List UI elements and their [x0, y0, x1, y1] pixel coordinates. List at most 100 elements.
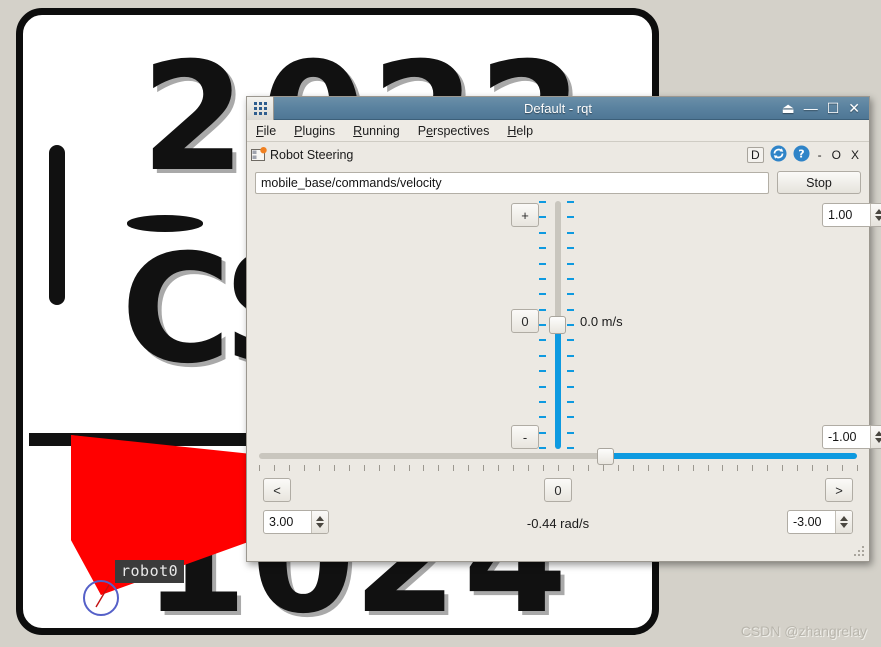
tick-mark	[827, 465, 829, 471]
dock-button[interactable]: D	[746, 146, 764, 163]
tick-mark	[567, 355, 574, 357]
angular-spin-row: 3.00 -0.44 rad/s -3.00	[255, 510, 861, 540]
spinner-up-icon[interactable]	[316, 516, 324, 521]
linear-min-value: -1.00	[828, 430, 857, 444]
angular-velocity-slider[interactable]	[259, 448, 857, 465]
angular-buttons-row: < 0 >	[255, 478, 861, 506]
tick-mark	[567, 232, 574, 234]
tick-mark	[513, 465, 515, 471]
angular-left-button[interactable]: <	[263, 478, 291, 502]
menubar: File Plugins Running Perspectives Help	[247, 120, 869, 142]
linear-min-spinbox[interactable]: -1.00	[822, 425, 881, 449]
angular-velocity-readout: -0.44 rad/s	[526, 516, 590, 531]
tick-mark	[539, 232, 546, 234]
linear-ticks-right	[567, 201, 574, 449]
window-controls: ⏏ — ☐ ✕	[781, 101, 869, 115]
spinner-down-icon[interactable]	[875, 438, 881, 443]
shade-icon[interactable]: ⏏	[781, 101, 794, 115]
tick-mark	[539, 432, 546, 434]
tick-mark	[567, 278, 574, 280]
tick-mark	[722, 465, 724, 471]
spinner-down-icon[interactable]	[875, 216, 881, 221]
window-titlebar[interactable]: Default - rqt ⏏ — ☐ ✕	[247, 96, 869, 120]
tick-mark	[587, 465, 589, 471]
close-icon[interactable]: ✕	[848, 101, 860, 115]
tick-mark	[677, 465, 679, 471]
tick-mark	[567, 247, 574, 249]
map-glyph: 2	[141, 31, 246, 205]
spinner-up-icon[interactable]	[875, 209, 881, 214]
tick-mark	[539, 201, 546, 203]
angular-zero-button[interactable]: 0	[544, 478, 572, 502]
linear-velocity-slider[interactable]	[549, 201, 566, 449]
topic-input[interactable]	[255, 171, 769, 194]
plugin-float-button[interactable]: O	[830, 148, 843, 162]
tick-mark	[363, 465, 365, 471]
spinner-up-icon[interactable]	[840, 516, 848, 521]
tick-mark	[539, 216, 546, 218]
menu-file[interactable]: File	[256, 124, 276, 138]
plugin-close-button[interactable]: X	[849, 148, 861, 162]
linear-decrease-button[interactable]: -	[511, 425, 539, 449]
topic-row: Stop	[247, 167, 869, 199]
tick-mark	[797, 465, 799, 471]
linear-increase-button[interactable]: +	[511, 203, 539, 227]
tick-mark	[857, 465, 858, 471]
tick-mark	[567, 216, 574, 218]
spinner-down-icon[interactable]	[316, 523, 324, 528]
rqt-window[interactable]: Default - rqt ⏏ — ☐ ✕ File Plugins Runni…	[246, 96, 881, 562]
angular-max-spinbox[interactable]: 3.00	[263, 510, 329, 534]
spinner-arrows[interactable]	[870, 204, 881, 226]
help-icon[interactable]: ?	[793, 145, 810, 165]
tick-mark	[483, 465, 485, 471]
tick-mark	[468, 465, 470, 471]
plugin-actions: D ? - O X	[746, 145, 861, 165]
tick-mark	[567, 201, 574, 203]
spinner-arrows[interactable]	[835, 511, 852, 533]
reload-icon[interactable]	[770, 145, 787, 165]
tick-mark	[567, 432, 574, 434]
angular-right-button[interactable]: >	[825, 478, 853, 502]
plugin-minimize-button[interactable]: -	[816, 148, 824, 162]
plugin-titlebar[interactable]: Robot Steering D ? - O X	[247, 142, 869, 167]
tick-mark	[572, 465, 574, 471]
tick-mark	[539, 247, 546, 249]
stop-button[interactable]: Stop	[777, 171, 861, 194]
angular-min-spinbox[interactable]: -3.00	[787, 510, 853, 534]
tick-mark	[453, 465, 455, 471]
minimize-icon[interactable]: —	[804, 101, 818, 115]
tick-mark	[378, 465, 380, 471]
slider-handle[interactable]	[549, 316, 566, 334]
map-obstacle-vertical	[49, 145, 65, 305]
window-title: Default - rqt	[524, 100, 592, 116]
slider-handle[interactable]	[596, 448, 614, 465]
tick-mark	[617, 465, 619, 471]
spinner-arrows[interactable]	[870, 426, 881, 448]
menu-running[interactable]: Running	[353, 124, 400, 138]
menu-perspectives[interactable]: Perspectives	[418, 124, 490, 138]
angular-min-value: -3.00	[793, 515, 822, 529]
tick-mark	[539, 263, 546, 265]
spinner-up-icon[interactable]	[875, 431, 881, 436]
tick-mark	[752, 465, 754, 471]
menu-plugins[interactable]: Plugins	[294, 124, 335, 138]
linear-zero-button[interactable]: 0	[511, 309, 539, 333]
tick-mark	[567, 293, 574, 295]
resize-grip[interactable]	[852, 544, 866, 558]
plugin-title: Robot Steering	[270, 147, 354, 162]
tick-mark	[539, 278, 546, 280]
spinner-down-icon[interactable]	[840, 523, 848, 528]
tick-mark	[567, 324, 574, 326]
linear-max-spinbox[interactable]: 1.00	[822, 203, 881, 227]
tick-mark	[539, 324, 546, 326]
spinner-arrows[interactable]	[311, 511, 328, 533]
tick-mark	[602, 465, 604, 471]
tick-mark	[692, 465, 694, 471]
menu-help[interactable]: Help	[507, 124, 533, 138]
tick-mark	[539, 339, 546, 341]
tick-mark	[273, 465, 275, 471]
maximize-icon[interactable]: ☐	[827, 101, 840, 115]
tick-mark	[567, 416, 574, 418]
grid-dots-icon[interactable]	[247, 96, 274, 120]
tick-mark	[348, 465, 350, 471]
